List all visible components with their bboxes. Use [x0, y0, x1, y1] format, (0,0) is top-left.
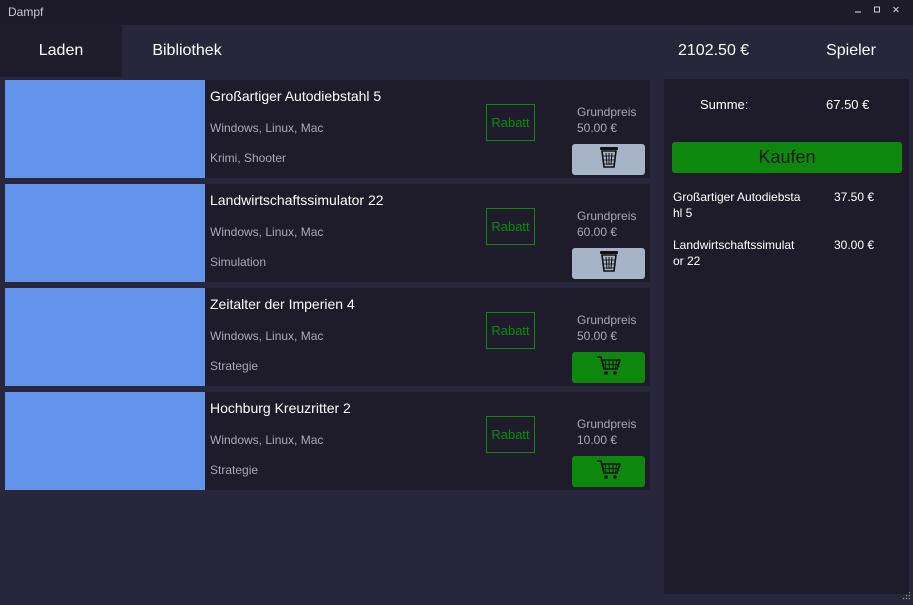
game-genres: Krimi, Shooter [210, 151, 287, 165]
game-genres: Simulation [210, 255, 267, 269]
base-price: 50.00 € [577, 121, 618, 135]
sum-value: 67.50 € [826, 97, 870, 112]
game-title: Hochburg Kreuzritter 2 [210, 400, 351, 416]
wallet-balance: 2102.50 € [678, 42, 750, 59]
add-to-cart-button[interactable] [572, 456, 645, 487]
game-platforms: Windows, Linux, Mac [210, 329, 324, 343]
base-price: 50.00 € [577, 329, 618, 343]
remove-from-cart-button[interactable] [572, 248, 645, 279]
window-title: Dampf [8, 5, 44, 19]
buy-button[interactable]: Kaufen [672, 142, 902, 173]
resize-grip-icon[interactable] [901, 587, 911, 600]
game-card: Zeitalter der Imperien 4 Windows, Linux,… [5, 288, 650, 386]
game-genres: Strategie [210, 463, 259, 477]
maximize-icon[interactable] [870, 4, 884, 17]
game-platforms: Windows, Linux, Mac [210, 121, 324, 135]
game-title: Landwirtschaftssimulator 22 [210, 192, 384, 208]
game-thumbnail [5, 288, 205, 386]
cart-icon [596, 354, 622, 381]
player-button[interactable]: Spieler [812, 25, 890, 77]
sum-label: Summe: [700, 97, 749, 112]
cart-item-name: Großartiger Autodiebstahl 5 [673, 190, 801, 220]
cart-item-price: 37.50 € [834, 190, 875, 204]
game-title: Großartiger Autodiebstahl 5 [210, 88, 382, 104]
cart-panel: Summe: 67.50 € Kaufen Großartiger Autodi… [664, 79, 909, 594]
add-to-cart-button[interactable] [572, 352, 645, 383]
game-genres: Strategie [210, 359, 259, 373]
game-platforms: Windows, Linux, Mac [210, 433, 324, 447]
base-price-label: Grundpreis [577, 313, 637, 327]
discount-button[interactable]: Rabatt [486, 416, 535, 453]
game-title: Zeitalter der Imperien 4 [210, 296, 355, 312]
discount-button[interactable]: Rabatt [486, 312, 535, 349]
base-price-label: Grundpreis [577, 209, 637, 223]
discount-button[interactable]: Rabatt [486, 208, 535, 245]
game-card: Großartiger Autodiebstahl 5 Windows, Lin… [5, 80, 650, 178]
cart-icon [596, 458, 622, 485]
game-card: Landwirtschaftssimulator 22 Windows, Lin… [5, 184, 650, 282]
game-thumbnail [5, 184, 205, 282]
game-card: Hochburg Kreuzritter 2 Windows, Linux, M… [5, 392, 650, 490]
tab-laden[interactable]: Laden [0, 25, 122, 77]
game-thumbnail [5, 80, 205, 178]
trash-icon [598, 145, 620, 174]
minimize-icon[interactable] [851, 4, 865, 17]
cart-item-price: 30.00 € [834, 238, 875, 252]
close-icon[interactable] [889, 4, 903, 17]
discount-button[interactable]: Rabatt [486, 104, 535, 141]
cart-item-name: Landwirtschaftssimulator 22 [673, 238, 795, 268]
base-price-label: Grundpreis [577, 105, 637, 119]
game-thumbnail [5, 392, 205, 490]
base-price: 10.00 € [577, 433, 618, 447]
top-navigation: Laden Bibliothek 2102.50 € Spieler [0, 25, 913, 77]
game-platforms: Windows, Linux, Mac [210, 225, 324, 239]
base-price-label: Grundpreis [577, 417, 637, 431]
trash-icon [598, 249, 620, 278]
title-bar: Dampf [0, 0, 913, 25]
tab-bibliothek[interactable]: Bibliothek [137, 25, 237, 77]
base-price: 60.00 € [577, 225, 618, 239]
remove-from-cart-button[interactable] [572, 144, 645, 175]
